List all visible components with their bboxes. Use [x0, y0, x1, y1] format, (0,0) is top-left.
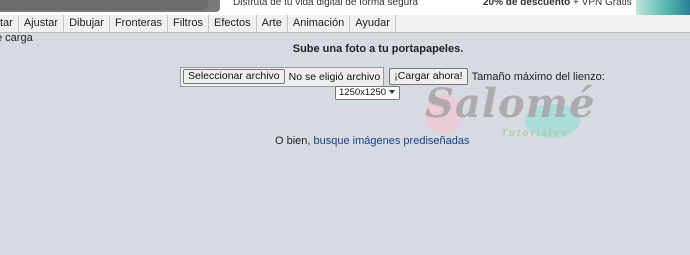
ad-offer-bold: 20% de descuento — [483, 0, 571, 8]
menu-item-tar[interactable]: tar — [0, 15, 19, 32]
ad-illustration[interactable] — [636, 0, 690, 15]
watermark-subtitle: Tutoriales — [501, 128, 569, 139]
top-banner: Disfruta de tu vida digital de forma seg… — [0, 0, 690, 15]
page-title-text: Sube una foto a tu portapapeles. — [292, 43, 464, 55]
clipart-link[interactable]: busque imágenes prediseñadas — [314, 135, 470, 147]
canvas-size-label: Tamaño máximo del lienzo: — [471, 70, 605, 83]
canvas-size-value: 1250x1250 — [339, 87, 387, 98]
menu-item-filtros[interactable]: Filtros — [168, 15, 209, 32]
clipart-prefix: O bien, — [275, 135, 314, 147]
upload-now-button[interactable]: ¡Cargar ahora! — [389, 68, 468, 85]
banner-image — [0, 0, 220, 12]
menu-item-ayudar[interactable]: Ayudar — [350, 15, 396, 32]
menu-item-fronteras[interactable]: Fronteras — [110, 15, 169, 32]
upload-row: Seleccionar archivo No se eligió archivo… — [180, 66, 605, 87]
menu-item-efectos[interactable]: Efectos — [209, 15, 257, 32]
watermark-title: Salomé — [425, 80, 596, 127]
file-input[interactable]: Seleccionar archivo No se eligió archivo — [180, 66, 385, 87]
menu-bar-filler — [396, 15, 690, 32]
watermark-teal-blob — [525, 104, 580, 138]
menu-item-animacion[interactable]: Animación — [288, 15, 351, 32]
menu-item-arte[interactable]: Arte — [257, 15, 288, 32]
menu-item-ajustar[interactable]: Ajustar — [19, 15, 65, 32]
chevron-down-icon — [389, 90, 395, 94]
banner-image-inner — [0, 0, 208, 10]
file-status: No se eligió archivo — [288, 70, 381, 83]
watermark-pink-blob — [425, 94, 463, 134]
menu-item-dibujar[interactable]: Dibujar — [64, 15, 110, 32]
ad-offer[interactable]: 20% de descuento + VPN Gratis — [483, 0, 632, 8]
ad-tagline[interactable]: Disfruta de tu vida digital de forma seg… — [233, 0, 418, 8]
page-title: Sube una foto a tu portapapeles. — [0, 43, 690, 55]
choose-file-button[interactable]: Seleccionar archivo — [183, 69, 285, 84]
ad-offer-light: + VPN Gratis — [570, 0, 632, 8]
canvas-size-select[interactable]: 1250x1250 — [335, 86, 400, 100]
clipart-line: O bien, busque imágenes prediseñadas — [275, 135, 469, 147]
menu-bar: tar Ajustar Dibujar Fronteras Filtros Ef… — [0, 15, 690, 33]
